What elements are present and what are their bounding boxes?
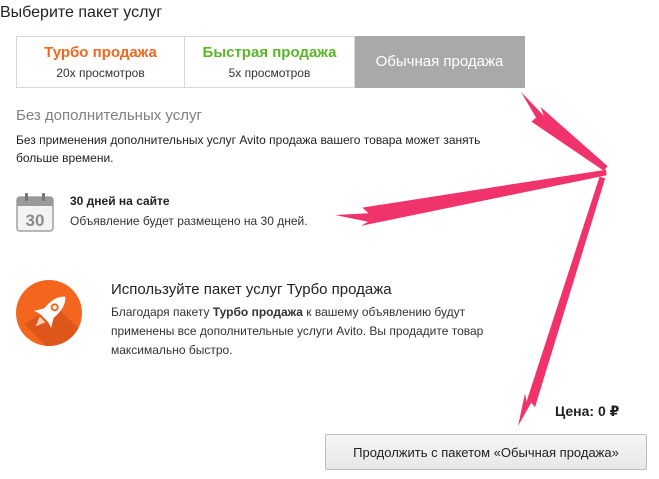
tab-regular-sale[interactable]: Обычная продажа bbox=[355, 36, 525, 88]
tab-turbo-sale[interactable]: Турбо продажа 20х просмотров bbox=[16, 36, 185, 88]
rocket-icon bbox=[16, 280, 82, 346]
promo-title: Используйте пакет услуг Турбо продажа bbox=[111, 281, 392, 298]
calendar-number: 30 bbox=[26, 211, 45, 230]
tab-fast-subtitle: 5х просмотров bbox=[228, 66, 311, 80]
tab-turbo-title: Турбо продажа bbox=[44, 44, 157, 61]
page-title: Выберите пакет услуг bbox=[0, 4, 163, 21]
arrow-to-regular-tab bbox=[521, 92, 608, 171]
package-tabs: Турбо продажа 20х просмотров Быстрая про… bbox=[16, 36, 525, 88]
tab-fast-sale[interactable]: Быстрая продажа 5х просмотров bbox=[185, 36, 355, 88]
arrow-to-listing-days bbox=[335, 169, 607, 226]
section-description: Без применения дополнительных услуг Avit… bbox=[16, 133, 481, 165]
promo-description: Благодаря пакету Турбо продажа к вашему … bbox=[111, 305, 484, 357]
calendar-icon: 30 bbox=[16, 193, 54, 238]
continue-button[interactable]: Продолжить с пакетом «Обычная продажа» bbox=[325, 434, 647, 470]
arrow-to-continue-button bbox=[518, 176, 606, 426]
section-title: Без дополнительных услуг bbox=[16, 107, 202, 124]
promo-package-name: Турбо продажа bbox=[212, 305, 303, 319]
tab-regular-title: Обычная продажа bbox=[375, 53, 504, 70]
listing-duration-description: Объявление будет размещено на 30 дней. bbox=[70, 214, 308, 228]
tab-fast-title: Быстрая продажа bbox=[202, 44, 337, 61]
price-label: Цена: 0 ₽ bbox=[555, 403, 620, 419]
listing-duration-title: 30 дней на сайте bbox=[70, 194, 170, 208]
tab-turbo-subtitle: 20х просмотров bbox=[56, 66, 145, 80]
